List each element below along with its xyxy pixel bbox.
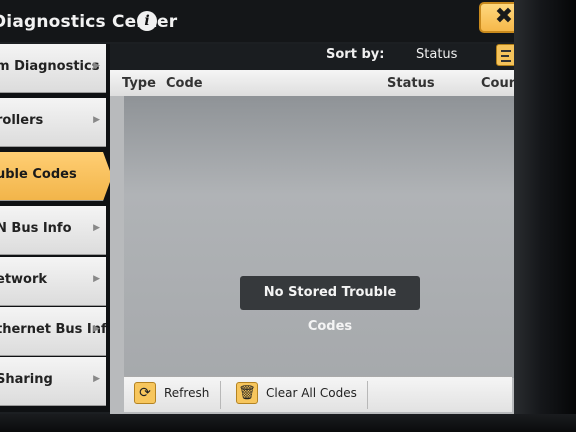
sidebar-item-label: thernet Bus Info (0, 322, 106, 337)
sidebar-item-system-diagnostics[interactable]: m Diagnostics ▶ (0, 44, 106, 93)
empty-message: No Stored Trouble Codes (240, 276, 420, 334)
chevron-right-icon: ▶ (93, 61, 100, 71)
column-code[interactable]: Code (166, 76, 203, 91)
sort-label: Sort by: (326, 47, 385, 62)
sidebar-item-label: etwork (0, 272, 48, 287)
sidebar-item-trouble-codes[interactable]: uble Codes (0, 152, 112, 201)
chevron-right-icon: ▶ (93, 223, 100, 233)
column-header: Type Code Status Count (110, 70, 514, 96)
main-content: Sort by: Status Type Code Status Count N… (110, 44, 514, 414)
device-bezel-right (512, 0, 576, 432)
chevron-right-icon: ▶ (93, 115, 100, 125)
clear-all-codes-label: Clear All Codes (266, 386, 357, 400)
sidebar-item-label: N Bus Info (0, 221, 72, 236)
sidebar: m Diagnostics ▶ rollers ▶ uble Codes N B… (0, 44, 112, 412)
footer-toolbar: ⟳ Refresh 🗑 Clear All Codes (124, 376, 512, 412)
display-screen: Diagnostics Center i ✖ m Diagnostics ▶ r… (0, 0, 514, 414)
chevron-right-icon: ▶ (93, 324, 100, 334)
sort-bar: Sort by: Status (110, 44, 514, 70)
sidebar-item-can-bus-info[interactable]: N Bus Info ▶ (0, 206, 106, 255)
sidebar-item-sharing[interactable]: Sharing ▶ (0, 357, 106, 406)
sort-list-icon[interactable] (496, 44, 514, 66)
sort-value[interactable]: Status (416, 47, 457, 62)
trash-icon: 🗑 (236, 382, 258, 404)
refresh-icon: ⟳ (134, 382, 156, 404)
title-bar: Diagnostics Center i ✖ (0, 0, 514, 42)
toolbar-divider (220, 381, 221, 409)
toolbar-divider (367, 381, 368, 409)
column-count[interactable]: Count (481, 76, 514, 91)
sidebar-item-label: m Diagnostics (0, 59, 100, 74)
clear-all-codes-button[interactable]: 🗑 Clear All Codes (236, 377, 366, 413)
sidebar-item-controllers[interactable]: rollers ▶ (0, 98, 106, 147)
sidebar-item-network[interactable]: etwork ▶ (0, 257, 106, 306)
refresh-button[interactable]: ⟳ Refresh (134, 377, 234, 413)
sidebar-item-ethernet-bus-info[interactable]: thernet Bus Info ▶ (0, 307, 106, 356)
sidebar-item-label: rollers (0, 113, 44, 128)
sidebar-item-label: uble Codes (0, 167, 77, 182)
info-icon[interactable]: i (137, 11, 157, 31)
column-type[interactable]: Type (122, 76, 156, 91)
sidebar-item-label: Sharing (0, 372, 53, 387)
close-button[interactable]: ✖ (479, 2, 514, 33)
refresh-label: Refresh (164, 386, 210, 400)
trouble-codes-list: No Stored Trouble Codes (124, 96, 514, 378)
close-icon: ✖ (494, 4, 514, 29)
column-status[interactable]: Status (387, 76, 435, 91)
device-bezel-bottom (0, 414, 576, 432)
chevron-right-icon: ▶ (93, 274, 100, 284)
chevron-right-icon: ▶ (93, 374, 100, 384)
